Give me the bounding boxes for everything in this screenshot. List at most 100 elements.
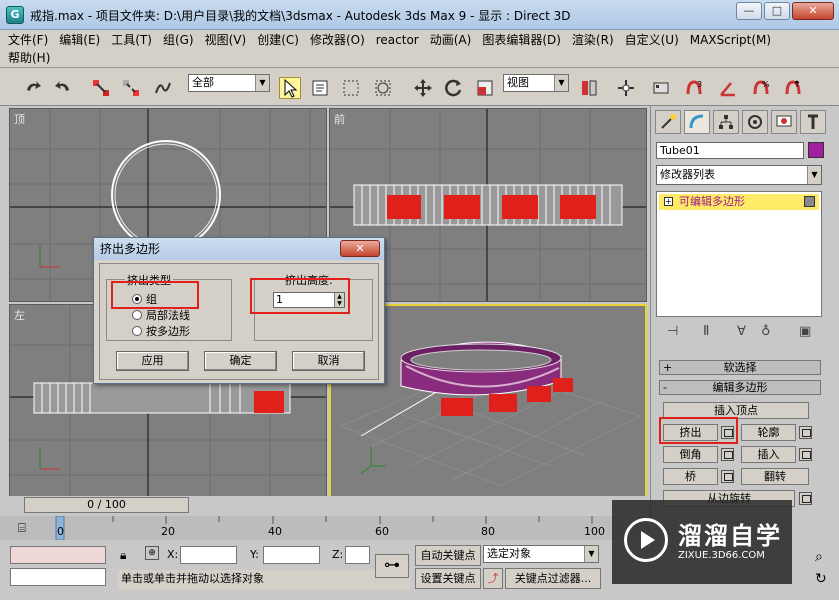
inset-button[interactable]: 插入: [741, 446, 796, 463]
flip-button[interactable]: 翻转: [741, 468, 809, 485]
select-by-name-icon[interactable]: [309, 77, 331, 99]
viewport-left-label[interactable]: 左: [14, 307, 25, 323]
watermark-title: 溜溜自学: [678, 522, 782, 550]
viewport-front-label[interactable]: 前: [334, 111, 345, 127]
inset-settings-icon[interactable]: [799, 448, 812, 461]
percent-snap-icon[interactable]: %: [750, 77, 772, 99]
keyboard-shortcut-override-icon[interactable]: [650, 77, 672, 99]
window-crossing-icon[interactable]: [372, 77, 394, 99]
menu-item-help-0[interactable]: 帮助(H): [8, 49, 50, 67]
menu-item-3[interactable]: 组(G): [163, 31, 194, 49]
expand-icon[interactable]: +: [664, 197, 673, 206]
rollout-edit-polygons[interactable]: - 编辑多边形: [659, 380, 821, 395]
time-slider[interactable]: 0 / 100: [24, 497, 189, 513]
create-tab-icon[interactable]: [655, 110, 681, 134]
key-filters-button[interactable]: 关键点过滤器...: [505, 568, 601, 589]
rotate-icon[interactable]: [443, 77, 465, 99]
object-name-field[interactable]: Tube01: [656, 142, 804, 159]
show-end-result-icon[interactable]: Ⅱ: [703, 324, 709, 339]
undo-icon[interactable]: [22, 77, 44, 99]
track-bar[interactable]: 0 20 40 60 80 100 ⌸: [0, 516, 650, 540]
modifier-list-dropdown[interactable]: 修改器列表 ▼: [656, 165, 822, 185]
menu-item-7[interactable]: reactor: [376, 31, 419, 49]
mini-curve-editor-icon[interactable]: ⌸: [18, 521, 26, 536]
orbit-icon[interactable]: ↻: [815, 571, 827, 587]
spinner-snap-icon[interactable]: [782, 77, 804, 99]
hinge-settings-icon[interactable]: [799, 492, 812, 505]
stack-item-toggle-icon[interactable]: [804, 196, 815, 207]
reference-coord-dropdown[interactable]: 视图 ▼: [503, 74, 569, 92]
move-icon[interactable]: [412, 77, 434, 99]
configure-modifier-sets-icon[interactable]: ▣: [799, 324, 811, 339]
make-unique-icon[interactable]: ∀: [737, 324, 746, 339]
unlink-icon[interactable]: [120, 77, 142, 99]
menu-item-5[interactable]: 创建(C): [257, 31, 299, 49]
pivot-center-icon[interactable]: [578, 77, 600, 99]
scale-icon[interactable]: [474, 77, 496, 99]
watermark-subtitle: ZIXUE.3D66.COM: [678, 550, 765, 561]
cancel-button[interactable]: 取消: [292, 351, 365, 371]
menu-item-8[interactable]: 动画(A): [430, 31, 472, 49]
maxscript-listener-white[interactable]: [10, 568, 106, 586]
radio-local-normal[interactable]: 局部法线: [132, 307, 190, 323]
ok-button[interactable]: 确定: [204, 351, 277, 371]
apply-button[interactable]: 应用: [116, 351, 189, 371]
y-coordinate-field[interactable]: [263, 546, 320, 564]
zoom-icon[interactable]: ⌕: [815, 549, 823, 565]
pin-stack-icon[interactable]: ⊣: [667, 324, 678, 339]
maxscript-listener-pink[interactable]: [10, 546, 106, 564]
radio-by-polygon[interactable]: 按多边形: [132, 323, 190, 339]
utilities-tab-icon[interactable]: [800, 110, 826, 134]
app-logo-icon[interactable]: G: [6, 6, 24, 24]
manipulate-icon[interactable]: [615, 77, 637, 99]
viewport-top-label[interactable]: 顶: [14, 111, 25, 127]
dialog-close-button[interactable]: ✕: [340, 240, 380, 257]
menu-item-1[interactable]: 编辑(E): [59, 31, 100, 49]
display-tab-icon[interactable]: [771, 110, 797, 134]
hierarchy-tab-icon[interactable]: [713, 110, 739, 134]
stack-item-editable-poly[interactable]: + 可编辑多边形: [659, 194, 819, 210]
select-object-icon[interactable]: [279, 77, 301, 99]
menu-item-6[interactable]: 修改器(O): [310, 31, 365, 49]
lock-selection-icon[interactable]: 🔒︎: [120, 548, 126, 563]
bevel-settings-icon[interactable]: [721, 448, 734, 461]
menu-item-9[interactable]: 图表编辑器(D): [482, 31, 561, 49]
restore-button[interactable]: □: [764, 2, 790, 20]
menu-item-2[interactable]: 工具(T): [111, 31, 152, 49]
z-coordinate-field[interactable]: [345, 546, 370, 564]
motion-tab-icon[interactable]: [742, 110, 768, 134]
menu-item-11[interactable]: 自定义(U): [625, 31, 679, 49]
radio-icon: [132, 310, 142, 320]
key-mode-icon[interactable]: ⊶: [375, 554, 409, 578]
selection-filter-dropdown[interactable]: 全部 ▼: [188, 74, 270, 92]
select-and-link-icon[interactable]: [90, 77, 112, 99]
redo-icon[interactable]: [52, 77, 74, 99]
x-coordinate-field[interactable]: [180, 546, 237, 564]
outline-settings-icon[interactable]: [799, 426, 812, 439]
selection-filter-value: 全部: [192, 76, 214, 89]
rollout-soft-selection[interactable]: + 软选择: [659, 360, 821, 375]
angle-snap-icon[interactable]: [717, 77, 739, 99]
auto-key-button[interactable]: 自动关键点: [415, 545, 481, 566]
close-button[interactable]: ✕: [792, 2, 834, 20]
modify-tab-icon[interactable]: [684, 110, 710, 134]
bridge-settings-icon[interactable]: [721, 470, 734, 483]
rectangular-selection-icon[interactable]: [340, 77, 362, 99]
snaps-toggle-icon[interactable]: 3: [683, 77, 705, 99]
bridge-button[interactable]: 桥: [663, 468, 718, 485]
bevel-button[interactable]: 倒角: [663, 446, 718, 463]
set-key-button[interactable]: 设置关键点: [415, 568, 481, 589]
menu-item-0[interactable]: 文件(F): [8, 31, 48, 49]
remove-modifier-icon[interactable]: ♁: [761, 324, 771, 339]
key-curve-icon[interactable]: ⤴: [483, 568, 503, 589]
menu-item-12[interactable]: MAXScript(M): [690, 31, 771, 49]
menu-item-10[interactable]: 渲染(R): [572, 31, 614, 49]
menu-row-help: 帮助(H): [8, 49, 61, 67]
bind-to-space-warp-icon[interactable]: [152, 77, 174, 99]
key-selection-set-dropdown[interactable]: 选定对象 ▼: [483, 545, 599, 563]
outline-button[interactable]: 轮廓: [741, 424, 796, 441]
menu-item-4[interactable]: 视图(V): [205, 31, 247, 49]
absolute-mode-icon[interactable]: ⊕: [145, 546, 159, 560]
object-color-swatch[interactable]: [808, 142, 824, 158]
minimize-button[interactable]: —: [736, 2, 762, 20]
